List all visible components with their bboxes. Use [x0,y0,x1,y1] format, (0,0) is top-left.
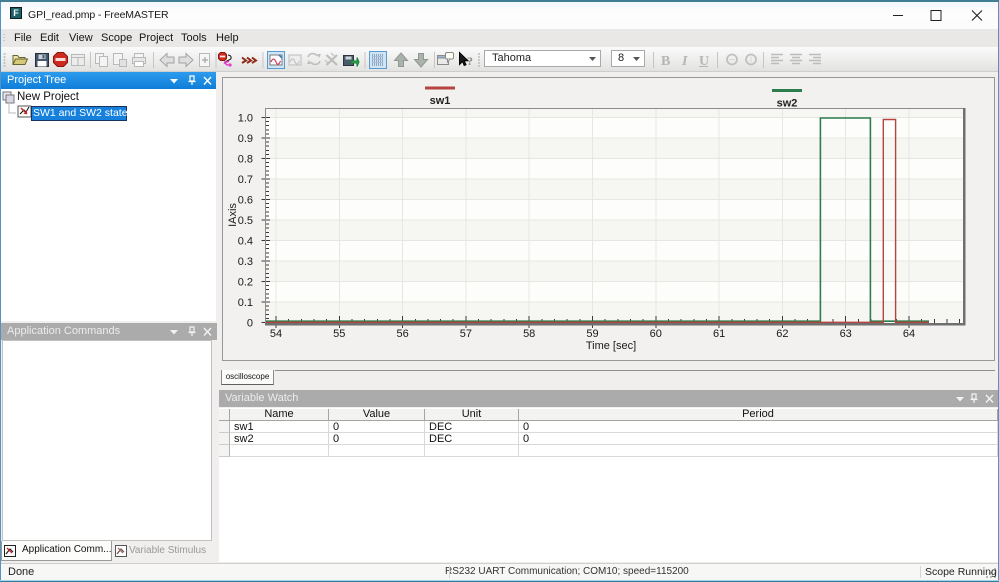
svg-text:57: 57 [460,328,472,340]
svg-text:0.4: 0.4 [238,236,253,248]
svg-text:0.3: 0.3 [238,256,253,268]
svg-text:IAxis: IAxis [227,203,239,227]
svg-text:0.2: 0.2 [238,277,253,289]
svg-text:1.0: 1.0 [238,113,253,125]
svg-text:64: 64 [903,328,915,340]
svg-text:B: B [661,54,670,69]
svg-text:60: 60 [650,328,662,340]
svg-text:56: 56 [396,328,408,340]
svg-text:63: 63 [840,328,852,340]
svg-text:54: 54 [270,328,282,340]
svg-text:0.9: 0.9 [238,133,253,145]
svg-text:62: 62 [776,328,788,340]
svg-text:0.1: 0.1 [238,297,253,309]
svg-text:I: I [681,54,688,69]
svg-text:sw1: sw1 [430,95,451,107]
svg-text:58: 58 [523,328,535,340]
svg-text:Time [sec]: Time [sec] [586,340,636,352]
svg-text:0.8: 0.8 [238,154,253,166]
svg-text:?: ? [467,54,473,68]
svg-text:0.6: 0.6 [238,195,253,207]
svg-text:0: 0 [247,318,253,330]
svg-text:55: 55 [333,328,345,340]
svg-text:61: 61 [713,328,725,340]
svg-text:sw2: sw2 [777,98,798,110]
svg-text:0.5: 0.5 [238,215,253,227]
svg-text:59: 59 [586,328,598,340]
svg-text:0.7: 0.7 [238,174,253,186]
